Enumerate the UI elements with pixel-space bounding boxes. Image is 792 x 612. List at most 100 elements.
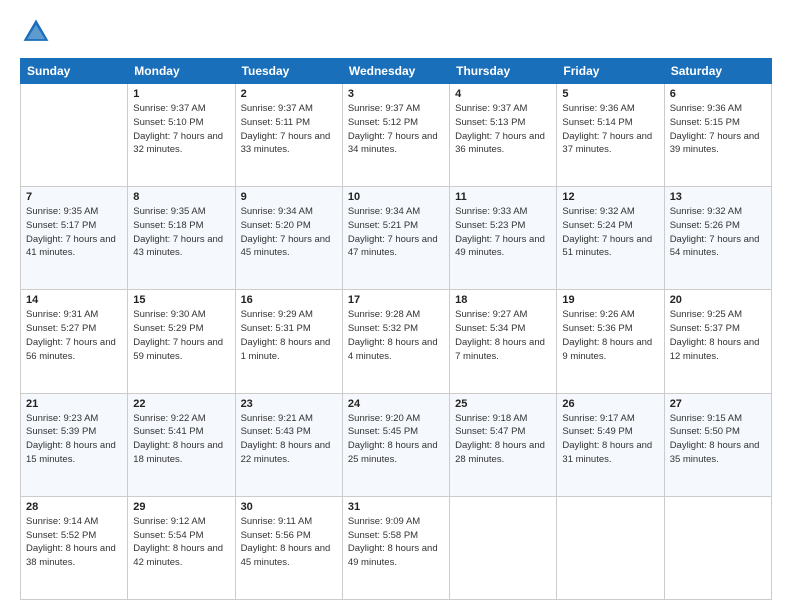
day-number: 22 <box>133 398 229 410</box>
calendar-week-row: 7 Sunrise: 9:35 AMSunset: 5:17 PMDaylight… <box>21 187 772 290</box>
day-number: 19 <box>562 294 658 306</box>
day-info: Sunrise: 9:35 AMSunset: 5:17 PMDaylight:… <box>26 205 122 260</box>
calendar-cell: 12 Sunrise: 9:32 AMSunset: 5:24 PMDayligh… <box>557 187 664 290</box>
calendar-cell: 22 Sunrise: 9:22 AMSunset: 5:41 PMDayligh… <box>128 393 235 496</box>
calendar-cell: 28 Sunrise: 9:14 AMSunset: 5:52 PMDayligh… <box>21 496 128 599</box>
calendar-cell: 31 Sunrise: 9:09 AMSunset: 5:58 PMDayligh… <box>342 496 449 599</box>
calendar-cell: 30 Sunrise: 9:11 AMSunset: 5:56 PMDayligh… <box>235 496 342 599</box>
weekday-header-wednesday: Wednesday <box>342 59 449 84</box>
calendar-table: SundayMondayTuesdayWednesdayThursdayFrid… <box>20 58 772 600</box>
calendar-cell: 17 Sunrise: 9:28 AMSunset: 5:32 PMDayligh… <box>342 290 449 393</box>
calendar-cell: 16 Sunrise: 9:29 AMSunset: 5:31 PMDayligh… <box>235 290 342 393</box>
weekday-header-sunday: Sunday <box>21 59 128 84</box>
day-number: 27 <box>670 398 766 410</box>
header <box>20 16 772 48</box>
logo-icon <box>20 16 52 48</box>
day-info: Sunrise: 9:29 AMSunset: 5:31 PMDaylight:… <box>241 308 337 363</box>
calendar-cell: 4 Sunrise: 9:37 AMSunset: 5:13 PMDaylight… <box>450 84 557 187</box>
calendar-cell: 5 Sunrise: 9:36 AMSunset: 5:14 PMDaylight… <box>557 84 664 187</box>
logo <box>20 16 56 48</box>
day-info: Sunrise: 9:32 AMSunset: 5:26 PMDaylight:… <box>670 205 766 260</box>
calendar-cell: 10 Sunrise: 9:34 AMSunset: 5:21 PMDayligh… <box>342 187 449 290</box>
day-info: Sunrise: 9:34 AMSunset: 5:21 PMDaylight:… <box>348 205 444 260</box>
day-number: 14 <box>26 294 122 306</box>
day-number: 16 <box>241 294 337 306</box>
day-number: 4 <box>455 88 551 100</box>
day-info: Sunrise: 9:31 AMSunset: 5:27 PMDaylight:… <box>26 308 122 363</box>
weekday-header-saturday: Saturday <box>664 59 771 84</box>
calendar-cell: 20Sunrise: 9:25 AMSunset: 5:37 PMDayligh… <box>664 290 771 393</box>
day-info: Sunrise: 9:17 AMSunset: 5:49 PMDaylight:… <box>562 412 658 467</box>
day-info: Sunrise: 9:37 AMSunset: 5:13 PMDaylight:… <box>455 102 551 157</box>
day-info: Sunrise: 9:11 AMSunset: 5:56 PMDaylight:… <box>241 515 337 570</box>
day-number: 17 <box>348 294 444 306</box>
calendar-cell: 27 Sunrise: 9:15 AMSunset: 5:50 PMDayligh… <box>664 393 771 496</box>
day-number: 28 <box>26 501 122 513</box>
day-number: 12 <box>562 191 658 203</box>
day-info: Sunrise: 9:33 AMSunset: 5:23 PMDaylight:… <box>455 205 551 260</box>
day-info: Sunrise: 9:09 AMSunset: 5:58 PMDaylight:… <box>348 515 444 570</box>
calendar-cell: 1Sunrise: 9:37 AMSunset: 5:10 PMDaylight… <box>128 84 235 187</box>
day-info: Sunrise: 9:26 AMSunset: 5:36 PMDaylight:… <box>562 308 658 363</box>
calendar-cell: 15Sunrise: 9:30 AMSunset: 5:29 PMDayligh… <box>128 290 235 393</box>
weekday-header-friday: Friday <box>557 59 664 84</box>
calendar-cell <box>664 496 771 599</box>
weekday-header-monday: Monday <box>128 59 235 84</box>
day-number: 30 <box>241 501 337 513</box>
day-number: 23 <box>241 398 337 410</box>
day-info: Sunrise: 9:37 AMSunset: 5:12 PMDaylight:… <box>348 102 444 157</box>
day-info: Sunrise: 9:36 AMSunset: 5:15 PMDaylight:… <box>670 102 766 157</box>
day-number: 1 <box>133 88 229 100</box>
day-info: Sunrise: 9:34 AMSunset: 5:20 PMDaylight:… <box>241 205 337 260</box>
day-info: Sunrise: 9:18 AMSunset: 5:47 PMDaylight:… <box>455 412 551 467</box>
day-number: 25 <box>455 398 551 410</box>
calendar-week-row: 21 Sunrise: 9:23 AMSunset: 5:39 PMDayligh… <box>21 393 772 496</box>
day-number: 5 <box>562 88 658 100</box>
day-number: 3 <box>348 88 444 100</box>
calendar-week-row: 28 Sunrise: 9:14 AMSunset: 5:52 PMDayligh… <box>21 496 772 599</box>
day-number: 15 <box>133 294 229 306</box>
weekday-header-tuesday: Tuesday <box>235 59 342 84</box>
calendar-cell <box>450 496 557 599</box>
calendar-cell: 14 Sunrise: 9:31 AMSunset: 5:27 PMDayligh… <box>21 290 128 393</box>
day-number: 10 <box>348 191 444 203</box>
calendar-cell: 29 Sunrise: 9:12 AMSunset: 5:54 PMDayligh… <box>128 496 235 599</box>
calendar-cell: 25 Sunrise: 9:18 AMSunset: 5:47 PMDayligh… <box>450 393 557 496</box>
day-number: 13 <box>670 191 766 203</box>
day-info: Sunrise: 9:27 AMSunset: 5:34 PMDaylight:… <box>455 308 551 363</box>
day-info: Sunrise: 9:12 AMSunset: 5:54 PMDaylight:… <box>133 515 229 570</box>
calendar-cell: 11 Sunrise: 9:33 AMSunset: 5:23 PMDayligh… <box>450 187 557 290</box>
day-info: Sunrise: 9:20 AMSunset: 5:45 PMDaylight:… <box>348 412 444 467</box>
day-info: Sunrise: 9:21 AMSunset: 5:43 PMDaylight:… <box>241 412 337 467</box>
calendar-cell: 13 Sunrise: 9:32 AMSunset: 5:26 PMDayligh… <box>664 187 771 290</box>
calendar-cell: 19 Sunrise: 9:26 AMSunset: 5:36 PMDayligh… <box>557 290 664 393</box>
calendar-cell: 23 Sunrise: 9:21 AMSunset: 5:43 PMDayligh… <box>235 393 342 496</box>
day-info: Sunrise: 9:14 AMSunset: 5:52 PMDaylight:… <box>26 515 122 570</box>
day-info: Sunrise: 9:15 AMSunset: 5:50 PMDaylight:… <box>670 412 766 467</box>
day-info: Sunrise: 9:22 AMSunset: 5:41 PMDaylight:… <box>133 412 229 467</box>
day-info: Sunrise: 9:23 AMSunset: 5:39 PMDaylight:… <box>26 412 122 467</box>
day-number: 20 <box>670 294 766 306</box>
page: SundayMondayTuesdayWednesdayThursdayFrid… <box>0 0 792 612</box>
day-number: 31 <box>348 501 444 513</box>
day-number: 18 <box>455 294 551 306</box>
calendar-cell: 2Sunrise: 9:37 AMSunset: 5:11 PMDaylight… <box>235 84 342 187</box>
day-info: Sunrise: 9:32 AMSunset: 5:24 PMDaylight:… <box>562 205 658 260</box>
calendar-cell <box>21 84 128 187</box>
weekday-header-thursday: Thursday <box>450 59 557 84</box>
day-number: 29 <box>133 501 229 513</box>
calendar-cell: 9Sunrise: 9:34 AMSunset: 5:20 PMDaylight… <box>235 187 342 290</box>
day-number: 11 <box>455 191 551 203</box>
day-number: 24 <box>348 398 444 410</box>
day-info: Sunrise: 9:28 AMSunset: 5:32 PMDaylight:… <box>348 308 444 363</box>
calendar-cell: 21 Sunrise: 9:23 AMSunset: 5:39 PMDayligh… <box>21 393 128 496</box>
day-info: Sunrise: 9:36 AMSunset: 5:14 PMDaylight:… <box>562 102 658 157</box>
calendar-cell: 24 Sunrise: 9:20 AMSunset: 5:45 PMDayligh… <box>342 393 449 496</box>
day-number: 6 <box>670 88 766 100</box>
day-number: 21 <box>26 398 122 410</box>
day-number: 7 <box>26 191 122 203</box>
day-info: Sunrise: 9:37 AMSunset: 5:11 PMDaylight:… <box>241 102 337 157</box>
calendar-cell: 26 Sunrise: 9:17 AMSunset: 5:49 PMDayligh… <box>557 393 664 496</box>
calendar-header-row: SundayMondayTuesdayWednesdayThursdayFrid… <box>21 59 772 84</box>
day-number: 26 <box>562 398 658 410</box>
